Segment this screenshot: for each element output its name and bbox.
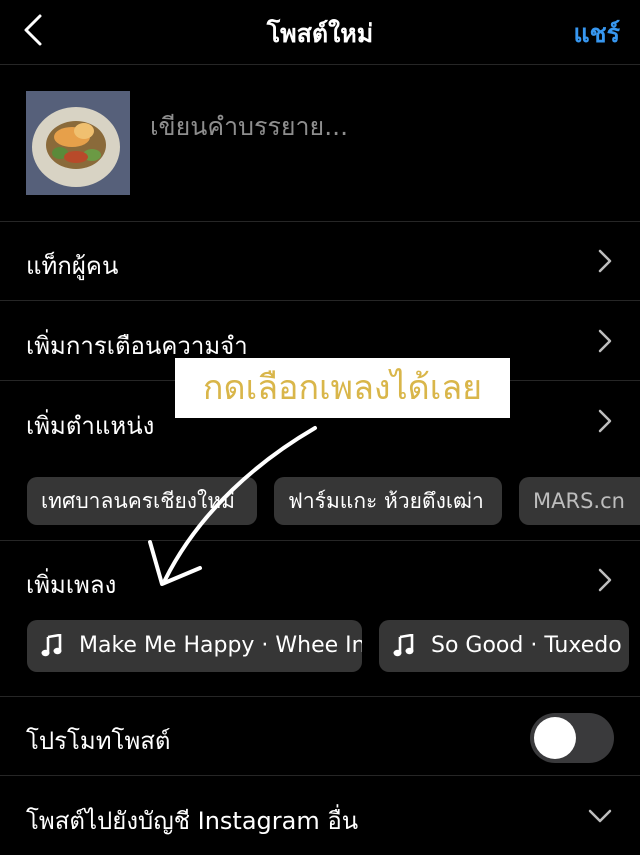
- caption-input[interactable]: เขียนคำบรรยาย...: [150, 107, 348, 147]
- tag-people-row[interactable]: แท็กผู้คน: [0, 222, 640, 301]
- promote-toggle[interactable]: [530, 713, 614, 763]
- post-thumbnail: [26, 91, 130, 195]
- annotation-arrow-icon: [148, 426, 317, 586]
- add-music-label: เพิ่มเพลง: [26, 571, 117, 599]
- chevron-right-icon: [598, 409, 612, 433]
- chevron-right-icon: [598, 329, 612, 353]
- post-other-account-label: โพสต์ไปยังบัญชี Instagram อื่น: [26, 807, 359, 835]
- post-other-account-row[interactable]: โพสต์ไปยังบัญชี Instagram อื่น: [0, 777, 640, 855]
- tag-people-label: แท็กผู้คน: [26, 252, 119, 280]
- share-button[interactable]: แชร์: [573, 14, 620, 54]
- page-title: โพสต์ใหม่: [266, 19, 374, 48]
- music-chip[interactable]: Make Me Happy · Whee In: [27, 620, 362, 672]
- toggle-knob: [534, 717, 576, 759]
- chevron-down-icon: [588, 809, 612, 823]
- music-note-icon: [393, 634, 414, 657]
- post-composer: เขียนคำบรรยาย...: [0, 65, 640, 222]
- add-location-label: เพิ่มตำแหน่ง: [26, 412, 155, 440]
- chevron-right-icon: [598, 249, 612, 273]
- promote-row: โปรโมทโพสต์: [0, 697, 640, 776]
- promote-label: โปรโมทโพสต์: [26, 727, 171, 755]
- music-chip-label: So Good · Tuxedo: [431, 633, 622, 658]
- music-suggestions: Make Me Happy · Whee In So Good · Tuxedo: [0, 612, 640, 697]
- music-chip-label: Make Me Happy · Whee In: [79, 633, 362, 658]
- music-chip[interactable]: So Good · Tuxedo: [379, 620, 629, 672]
- chevron-right-icon: [598, 568, 612, 592]
- header: โพสต์ใหม่ แชร์: [0, 0, 640, 65]
- annotation-label: กดเลือกเพลงได้เลย: [175, 358, 510, 418]
- location-chip[interactable]: MARS.cn: [519, 477, 640, 525]
- music-note-icon: [41, 634, 62, 657]
